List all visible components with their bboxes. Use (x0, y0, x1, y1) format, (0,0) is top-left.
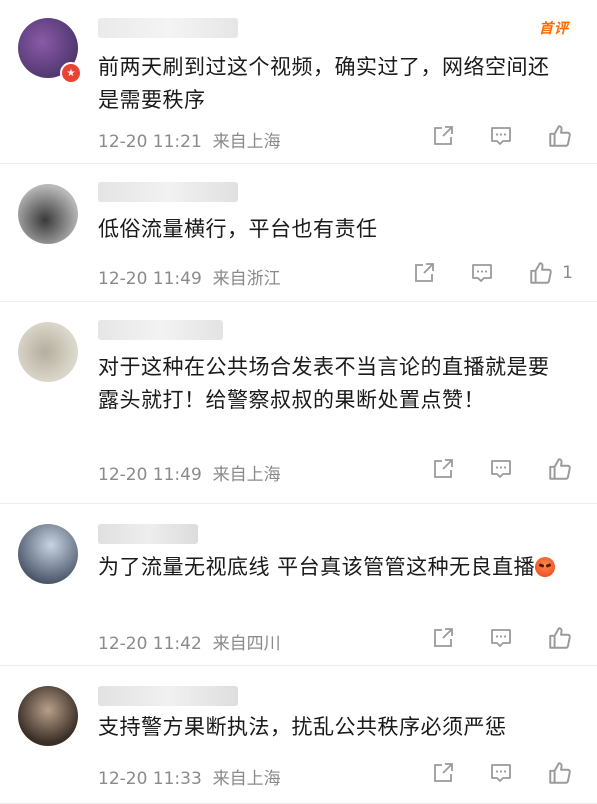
comment-text-body: 为了流量无视底线 平台真该管管这种无良直播 (98, 555, 536, 579)
share-icon (434, 763, 453, 782)
username-blurred[interactable] (98, 686, 238, 706)
share-button[interactable] (431, 457, 455, 481)
comment-actions: 1 (378, 260, 573, 286)
thumbs-up-icon (549, 762, 571, 784)
comment-icon (491, 764, 511, 782)
reply-button[interactable] (489, 124, 513, 148)
share-icon (434, 459, 453, 478)
thumbs-up-icon (530, 262, 552, 284)
comment-meta: 12-20 11:42 来自四川 (98, 629, 281, 654)
reply-button[interactable] (489, 457, 513, 481)
thumbs-up-icon (549, 627, 571, 649)
avatar[interactable] (18, 686, 78, 746)
like-button[interactable] (547, 625, 573, 651)
avatar[interactable] (18, 184, 78, 244)
first-comment-badge: 首评 (539, 21, 569, 37)
comment-item: ★ 首评 前两天刷到过这个视频，确实过了，网络空间还是需要秩序 12-20 11… (0, 0, 597, 164)
comment-actions (397, 760, 573, 786)
share-button[interactable] (431, 124, 455, 148)
comment-time: 12-20 11:33 (98, 769, 202, 789)
comment-text: 前两天刷到过这个视频，确实过了，网络空间还是需要秩序 (98, 55, 550, 112)
share-button[interactable] (412, 261, 436, 285)
like-button[interactable]: 1 (528, 260, 573, 286)
thumbs-up-icon (549, 125, 571, 147)
comment-text: 低俗流量横行，平台也有责任 (98, 217, 378, 241)
like-button[interactable] (547, 760, 573, 786)
like-button[interactable] (547, 123, 573, 149)
share-button[interactable] (431, 761, 455, 785)
thumbs-up-icon (549, 458, 571, 480)
username-blurred[interactable] (98, 524, 198, 544)
comment-location: 来自上海 (212, 132, 281, 152)
comment-item: 低俗流量横行，平台也有责任 12-20 11:49 来自浙江 1 (0, 164, 597, 302)
share-button[interactable] (431, 626, 455, 650)
comment-time: 12-20 11:21 (98, 132, 202, 152)
comment-meta: 12-20 11:49 来自上海 (98, 460, 281, 485)
share-icon (434, 126, 453, 145)
comment-text: 为了流量无视底线 平台真该管管这种无良直播 (98, 551, 567, 584)
comment-actions (397, 123, 573, 149)
like-count: 1 (562, 263, 573, 283)
comment-meta: 12-20 11:49 来自浙江 (98, 264, 281, 289)
comment-text: 对于这种在公共场合发表不当言论的直播就是要露头就打！给警察叔叔的果断处置点赞！ (98, 355, 550, 412)
comment-location: 来自浙江 (212, 269, 281, 289)
comment-location: 来自上海 (212, 769, 281, 789)
username-blurred[interactable] (98, 182, 238, 202)
comment-item: 支持警方果断执法，扰乱公共秩序必须严惩 12-20 11:33 来自上海 (0, 666, 597, 804)
comment-icon (491, 127, 511, 145)
reply-button[interactable] (489, 626, 513, 650)
comment-location: 来自四川 (212, 634, 281, 654)
share-icon (434, 628, 453, 647)
avatar[interactable] (18, 322, 78, 382)
comment-time: 12-20 11:49 (98, 269, 202, 289)
like-button[interactable] (547, 456, 573, 482)
comment-meta: 12-20 11:33 来自上海 (98, 764, 281, 789)
comment-text: 支持警方果断执法，扰乱公共秩序必须严惩 (98, 715, 507, 739)
comment-actions (397, 625, 573, 651)
comment-meta: 12-20 11:21 来自上海 (98, 127, 281, 152)
comment-time: 12-20 11:42 (98, 634, 202, 654)
comment-item: 对于这种在公共场合发表不当言论的直播就是要露头就打！给警察叔叔的果断处置点赞！ … (0, 302, 597, 504)
comment-time: 12-20 11:49 (98, 465, 202, 485)
comment-icon (472, 264, 493, 282)
share-icon (415, 263, 435, 282)
reply-button[interactable] (489, 761, 513, 785)
comment-icon (491, 629, 511, 647)
avatar[interactable] (18, 524, 78, 584)
comment-location: 来自上海 (212, 465, 281, 485)
comment-actions (397, 456, 573, 482)
angry-face-emoji-icon (535, 557, 556, 577)
comment-item: 为了流量无视底线 平台真该管管这种无良直播 12-20 11:42 来自四川 (0, 504, 597, 666)
comment-icon (491, 460, 511, 478)
reply-button[interactable] (470, 261, 494, 285)
username-blurred[interactable] (98, 320, 223, 340)
username-blurred[interactable] (98, 18, 238, 38)
vip-badge-icon: ★ (60, 62, 82, 84)
